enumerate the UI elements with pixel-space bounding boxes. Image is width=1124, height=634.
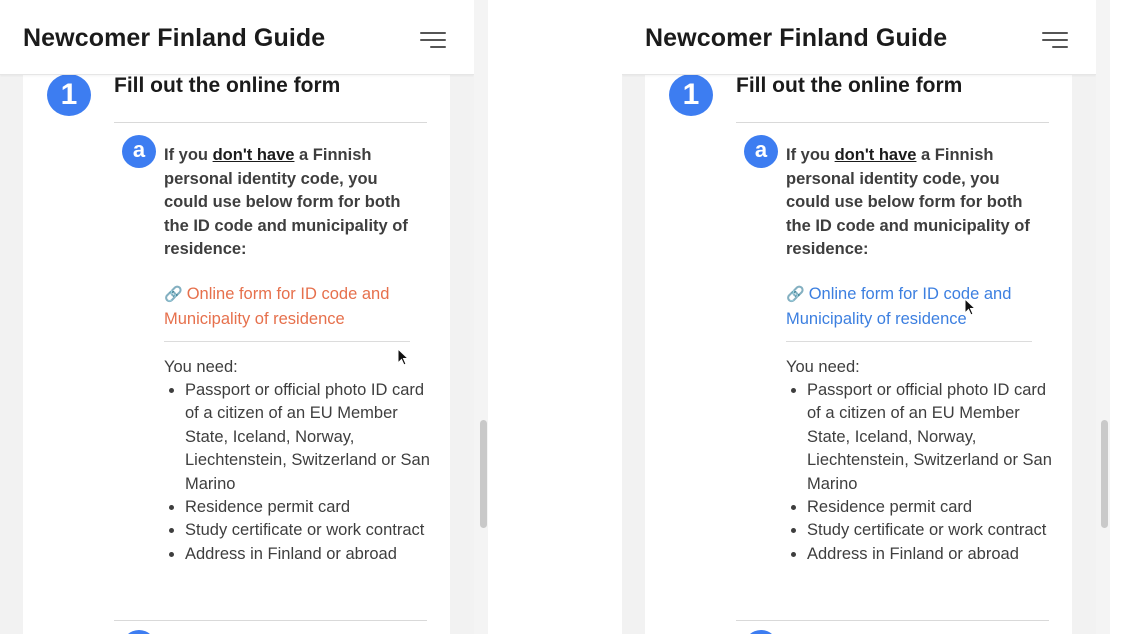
requirements-list: Passport or official photo ID card of a … bbox=[786, 379, 1063, 566]
intro-emphasis: don't have bbox=[834, 146, 917, 164]
step-card: 1 Fill out the online form a If you don'… bbox=[23, 74, 450, 634]
hamburger-menu-icon[interactable] bbox=[1042, 30, 1068, 50]
online-form-link-text[interactable]: Online form for ID code and Municipality… bbox=[164, 285, 389, 328]
requirements-list: Passport or official photo ID card of a … bbox=[164, 379, 441, 566]
app-header: Newcomer Finland Guide bbox=[0, 0, 474, 75]
divider bbox=[114, 122, 427, 123]
list-item: Residence permit card bbox=[807, 496, 1063, 519]
list-item: Passport or official photo ID card of a … bbox=[807, 379, 1063, 496]
divider bbox=[786, 341, 1032, 342]
substep-letter-badge: a bbox=[122, 135, 156, 168]
online-form-link[interactable]: 🔗 Online form for ID code and Municipalit… bbox=[786, 282, 1036, 331]
guide-page-before-hover: Newcomer Finland Guide 1 Fill out the on… bbox=[0, 0, 474, 634]
list-item: Study certificate or work contract bbox=[807, 519, 1063, 542]
step-title: Fill out the online form bbox=[736, 74, 963, 97]
substep-letter-badge: a bbox=[744, 135, 778, 168]
app-title: Newcomer Finland Guide bbox=[645, 24, 948, 52]
step-number-badge: 1 bbox=[47, 74, 91, 116]
step-card: 1 Fill out the online form a If you don'… bbox=[645, 74, 1072, 634]
list-item: Passport or official photo ID card of a … bbox=[185, 379, 441, 496]
next-substep-badge bbox=[744, 630, 778, 634]
online-form-link-text[interactable]: Online form for ID code and Municipality… bbox=[786, 285, 1011, 328]
list-item: Address in Finland or abroad bbox=[185, 543, 441, 566]
guide-page-after-hover: Newcomer Finland Guide 1 Fill out the on… bbox=[622, 0, 1096, 634]
divider bbox=[736, 620, 1049, 621]
link-icon: 🔗 bbox=[164, 286, 183, 303]
list-item: Study certificate or work contract bbox=[185, 519, 441, 542]
hamburger-menu-icon[interactable] bbox=[420, 30, 446, 50]
online-form-link[interactable]: 🔗 Online form for ID code and Municipalit… bbox=[164, 282, 414, 331]
app-header: Newcomer Finland Guide bbox=[622, 0, 1096, 75]
list-item: Residence permit card bbox=[185, 496, 441, 519]
step-number-badge: 1 bbox=[669, 74, 713, 116]
requirements-label: You need: bbox=[164, 358, 238, 376]
requirements-label: You need: bbox=[786, 358, 860, 376]
divider bbox=[114, 620, 427, 621]
list-item: Address in Finland or abroad bbox=[807, 543, 1063, 566]
scrollbar-thumb[interactable] bbox=[480, 420, 487, 528]
step-title: Fill out the online form bbox=[114, 74, 341, 97]
app-title: Newcomer Finland Guide bbox=[23, 24, 326, 52]
intro-prefix: If you bbox=[164, 146, 213, 164]
divider bbox=[736, 122, 1049, 123]
scrollbar-thumb[interactable] bbox=[1101, 420, 1108, 528]
substep-intro: If you don't have a Finnish personal ide… bbox=[164, 144, 414, 262]
scrollbar[interactable] bbox=[1096, 0, 1110, 634]
substep-intro: If you don't have a Finnish personal ide… bbox=[786, 144, 1036, 262]
intro-prefix: If you bbox=[786, 146, 835, 164]
divider bbox=[164, 341, 410, 342]
next-substep-badge bbox=[122, 630, 156, 634]
link-icon: 🔗 bbox=[786, 286, 805, 303]
scrollbar[interactable] bbox=[474, 0, 488, 634]
intro-emphasis: don't have bbox=[212, 146, 295, 164]
